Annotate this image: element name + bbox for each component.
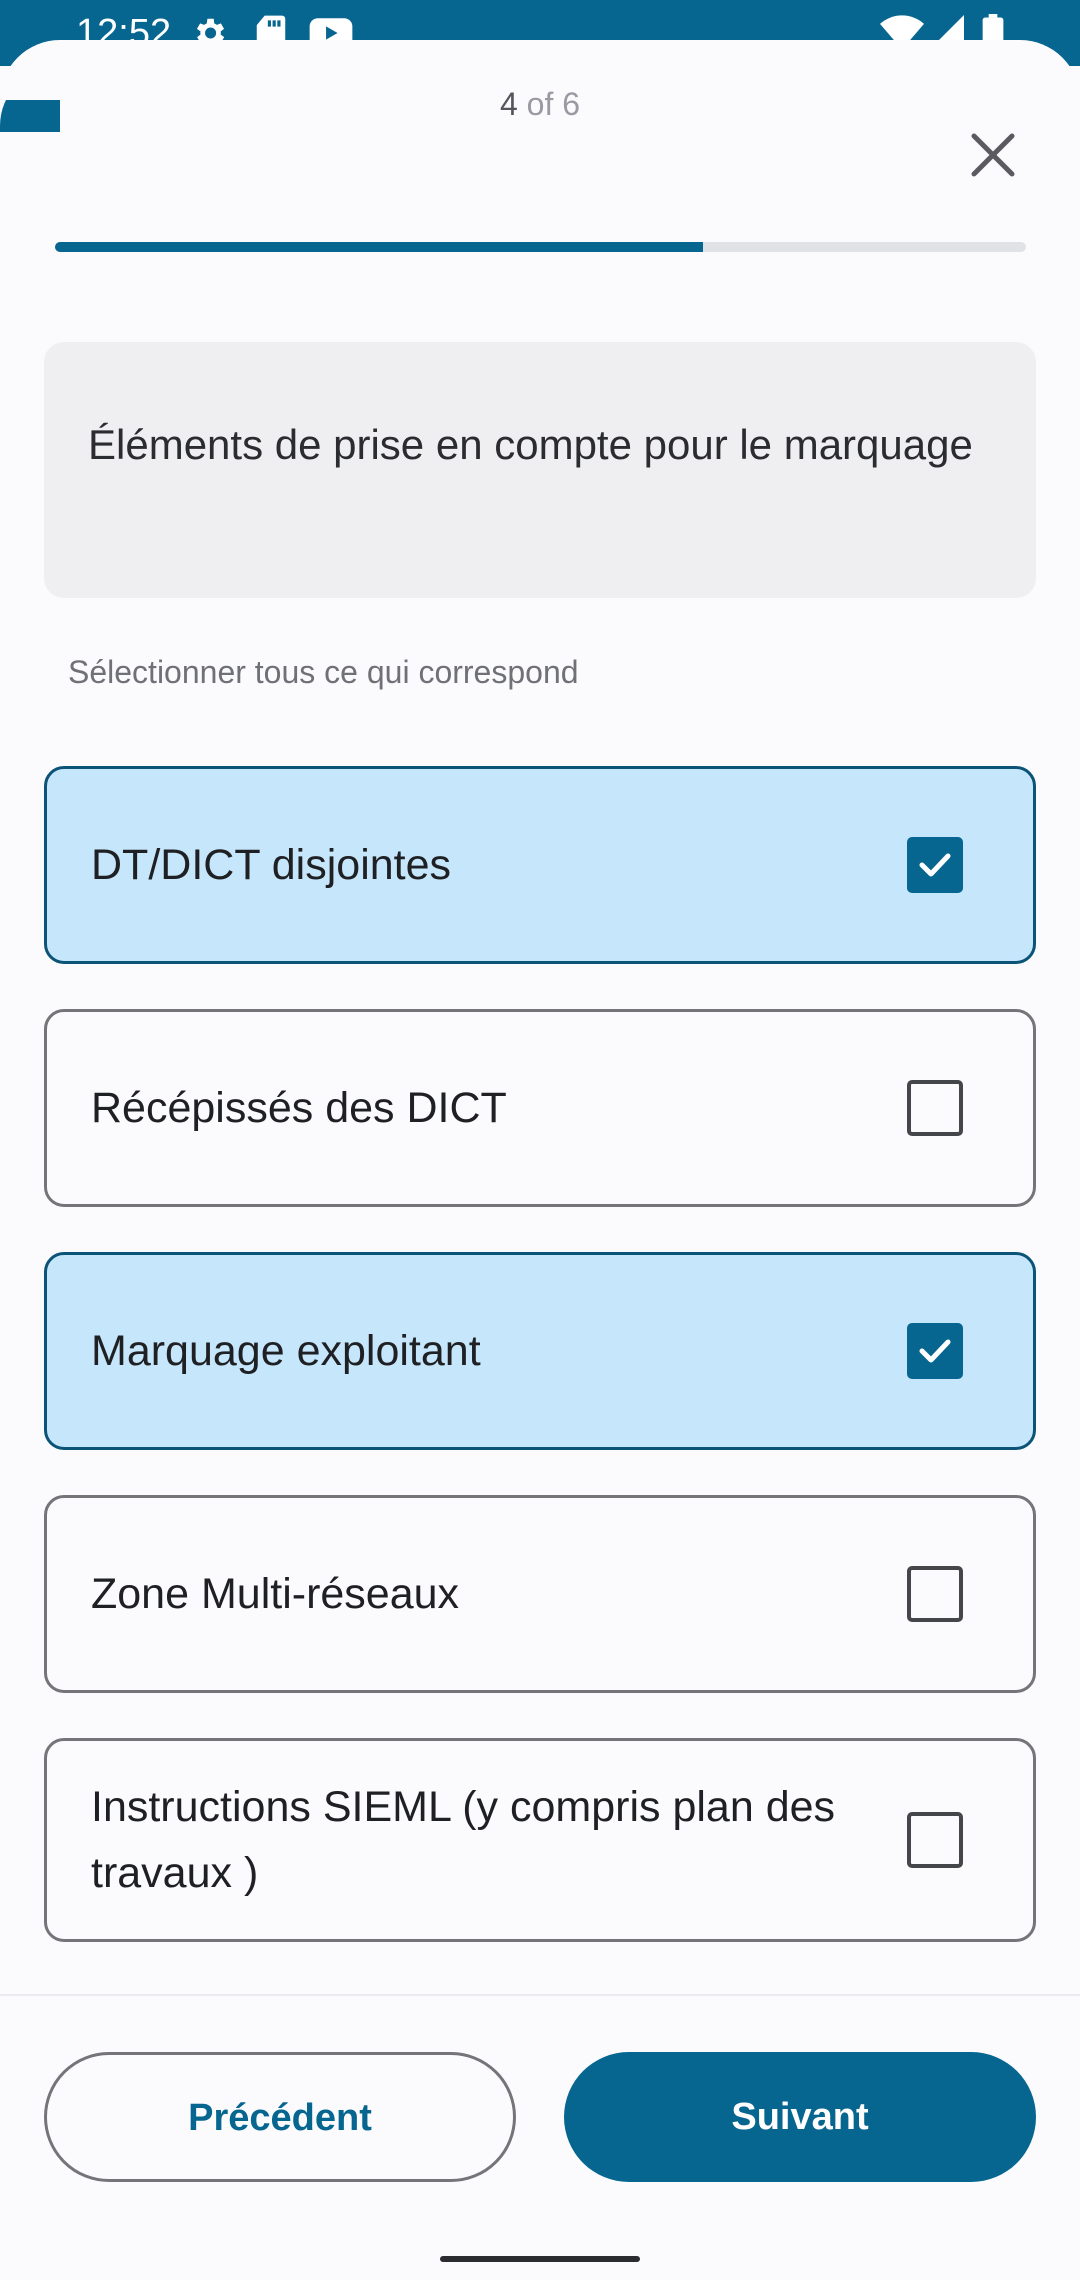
option-dt-dict-disjointes[interactable]: DT/DICT disjointes	[44, 766, 1036, 964]
check-icon	[919, 853, 951, 877]
checkbox[interactable]	[907, 837, 963, 893]
close-button[interactable]	[964, 126, 1022, 184]
step-indicator: 4 of 6	[0, 86, 1080, 123]
checkbox[interactable]	[907, 1812, 963, 1868]
next-button-label: Suivant	[731, 2096, 869, 2138]
selection-hint: Sélectionner tous ce qui correspond	[68, 654, 579, 690]
home-indicator[interactable]	[440, 2256, 640, 2262]
question-title: Éléments de prise en compte pour le marq…	[88, 421, 973, 468]
option-marquage-exploitant[interactable]: Marquage exploitant	[44, 1252, 1036, 1450]
option-instructions-sieml[interactable]: Instructions SIEML (y compris plan des t…	[44, 1738, 1036, 1942]
progress-fill	[55, 242, 703, 252]
progress-bar	[55, 242, 1026, 252]
close-icon	[971, 133, 1015, 177]
next-button[interactable]: Suivant	[564, 2052, 1036, 2182]
footer-divider	[0, 1994, 1080, 1996]
step-total: of 6	[526, 86, 581, 122]
checkbox[interactable]	[907, 1323, 963, 1379]
question-card: Éléments de prise en compte pour le marq…	[44, 342, 1036, 598]
step-current: 4	[499, 86, 518, 122]
checkbox[interactable]	[907, 1080, 963, 1136]
option-recepisses-dict[interactable]: Récépissés des DICT	[44, 1009, 1036, 1207]
previous-button-label: Précédent	[188, 2097, 372, 2139]
option-label: Zone Multi-réseaux	[91, 1570, 460, 1618]
checkbox[interactable]	[907, 1566, 963, 1622]
option-zone-multi-reseaux[interactable]: Zone Multi-réseaux	[44, 1495, 1036, 1693]
previous-button[interactable]: Précédent	[44, 2052, 516, 2182]
option-label: DT/DICT disjointes	[91, 841, 452, 889]
option-label: Instructions SIEML (y compris plan des t…	[91, 1783, 836, 1897]
option-label: Marquage exploitant	[91, 1327, 481, 1375]
check-icon	[919, 1339, 951, 1363]
option-label: Récépissés des DICT	[91, 1084, 507, 1132]
